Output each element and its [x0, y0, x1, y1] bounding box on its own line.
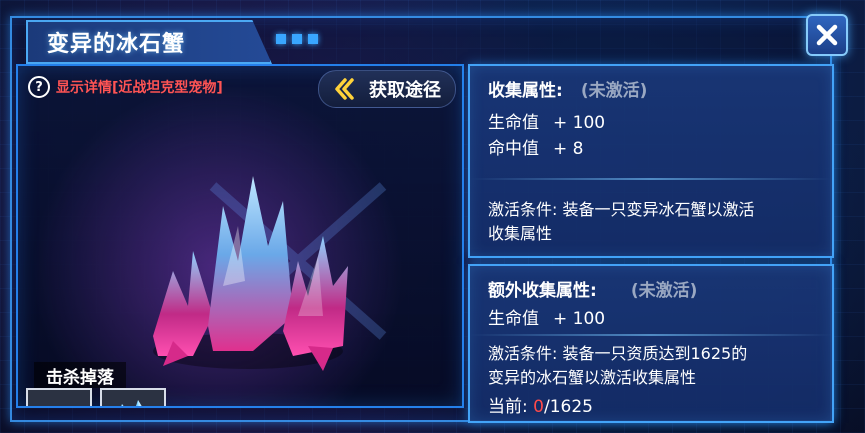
double-chevron-left-icon	[335, 78, 354, 100]
activation-condition: 激活条件: 装备一只变异冰石蟹以激活 收集属性	[488, 198, 820, 246]
stat-value: + 8	[553, 139, 584, 159]
stat-value: + 100	[553, 309, 606, 329]
extra-collection-attributes-header: 额外收集属性: (未激活)	[488, 276, 698, 301]
activation-condition-line: 收集属性	[488, 224, 553, 243]
extra-activation-condition: 激活条件: 装备一只资质达到1625的 变异的冰石蟹以激活收集属性	[488, 342, 820, 390]
current-total: /1625	[543, 397, 593, 417]
stat-name: 生命值	[488, 113, 539, 133]
ice-crab-pet-image	[153, 176, 348, 371]
meat-icon	[28, 390, 90, 406]
current-label: 当前:	[488, 397, 528, 417]
extra-activation-condition-line: 激活条件: 装备一只资质达到1625的	[488, 344, 748, 363]
activation-condition-line: 激活条件: 装备一只变异冰石蟹以激活	[488, 200, 755, 219]
source-button-label: 获取途径	[369, 80, 441, 101]
collection-attributes-title: 收集属性:	[488, 80, 563, 101]
pet-display-panel: ? 显示详情[近战坦克型宠物] 获取途径 击杀掉落	[16, 64, 464, 408]
stat-row: 生命值 + 100	[488, 108, 605, 133]
extra-collection-attributes-state: (未激活)	[630, 280, 698, 301]
current-value: 0	[533, 397, 544, 417]
source-button[interactable]: 获取途径	[318, 70, 456, 108]
divider	[470, 178, 832, 180]
collection-attributes-state: (未激活)	[580, 80, 648, 101]
window-title: 变异的冰石蟹	[47, 32, 186, 57]
divider	[470, 334, 832, 336]
stat-row: 命中值 + 8	[488, 134, 583, 159]
detail-info-link[interactable]: ? 显示详情[近战坦克型宠物]	[28, 76, 223, 98]
help-icon: ?	[28, 76, 50, 98]
stat-row: 生命值 + 100	[488, 304, 605, 329]
drop-item-meat[interactable]	[26, 388, 92, 406]
current-progress: 当前: 0/1625	[488, 392, 593, 417]
collection-attributes-header: 收集属性: (未激活)	[488, 76, 648, 101]
close-button[interactable]	[806, 14, 848, 56]
stat-name: 命中值	[488, 139, 539, 159]
collection-attributes-panel: 收集属性: (未激活) 生命值 + 100 命中值 + 8 激活条件: 装备一只变异…	[468, 64, 834, 258]
extra-activation-condition-line: 变异的冰石蟹以激活收集属性	[488, 368, 697, 387]
ice-crystal-icon	[102, 390, 164, 406]
stat-value: + 100	[553, 113, 606, 133]
detail-text: 显示详情[近战坦克型宠物]	[56, 80, 223, 96]
extra-collection-attributes-title: 额外收集属性:	[488, 280, 597, 301]
drop-item-ice-crystal[interactable]	[100, 388, 166, 406]
stat-name: 生命值	[488, 309, 539, 329]
title-decoration	[276, 32, 322, 46]
drop-label: 击杀掉落	[34, 362, 126, 388]
extra-collection-attributes-panel: 额外收集属性: (未激活) 生命值 + 100 激活条件: 装备一只资质达到162…	[468, 264, 834, 423]
close-icon	[816, 24, 838, 46]
